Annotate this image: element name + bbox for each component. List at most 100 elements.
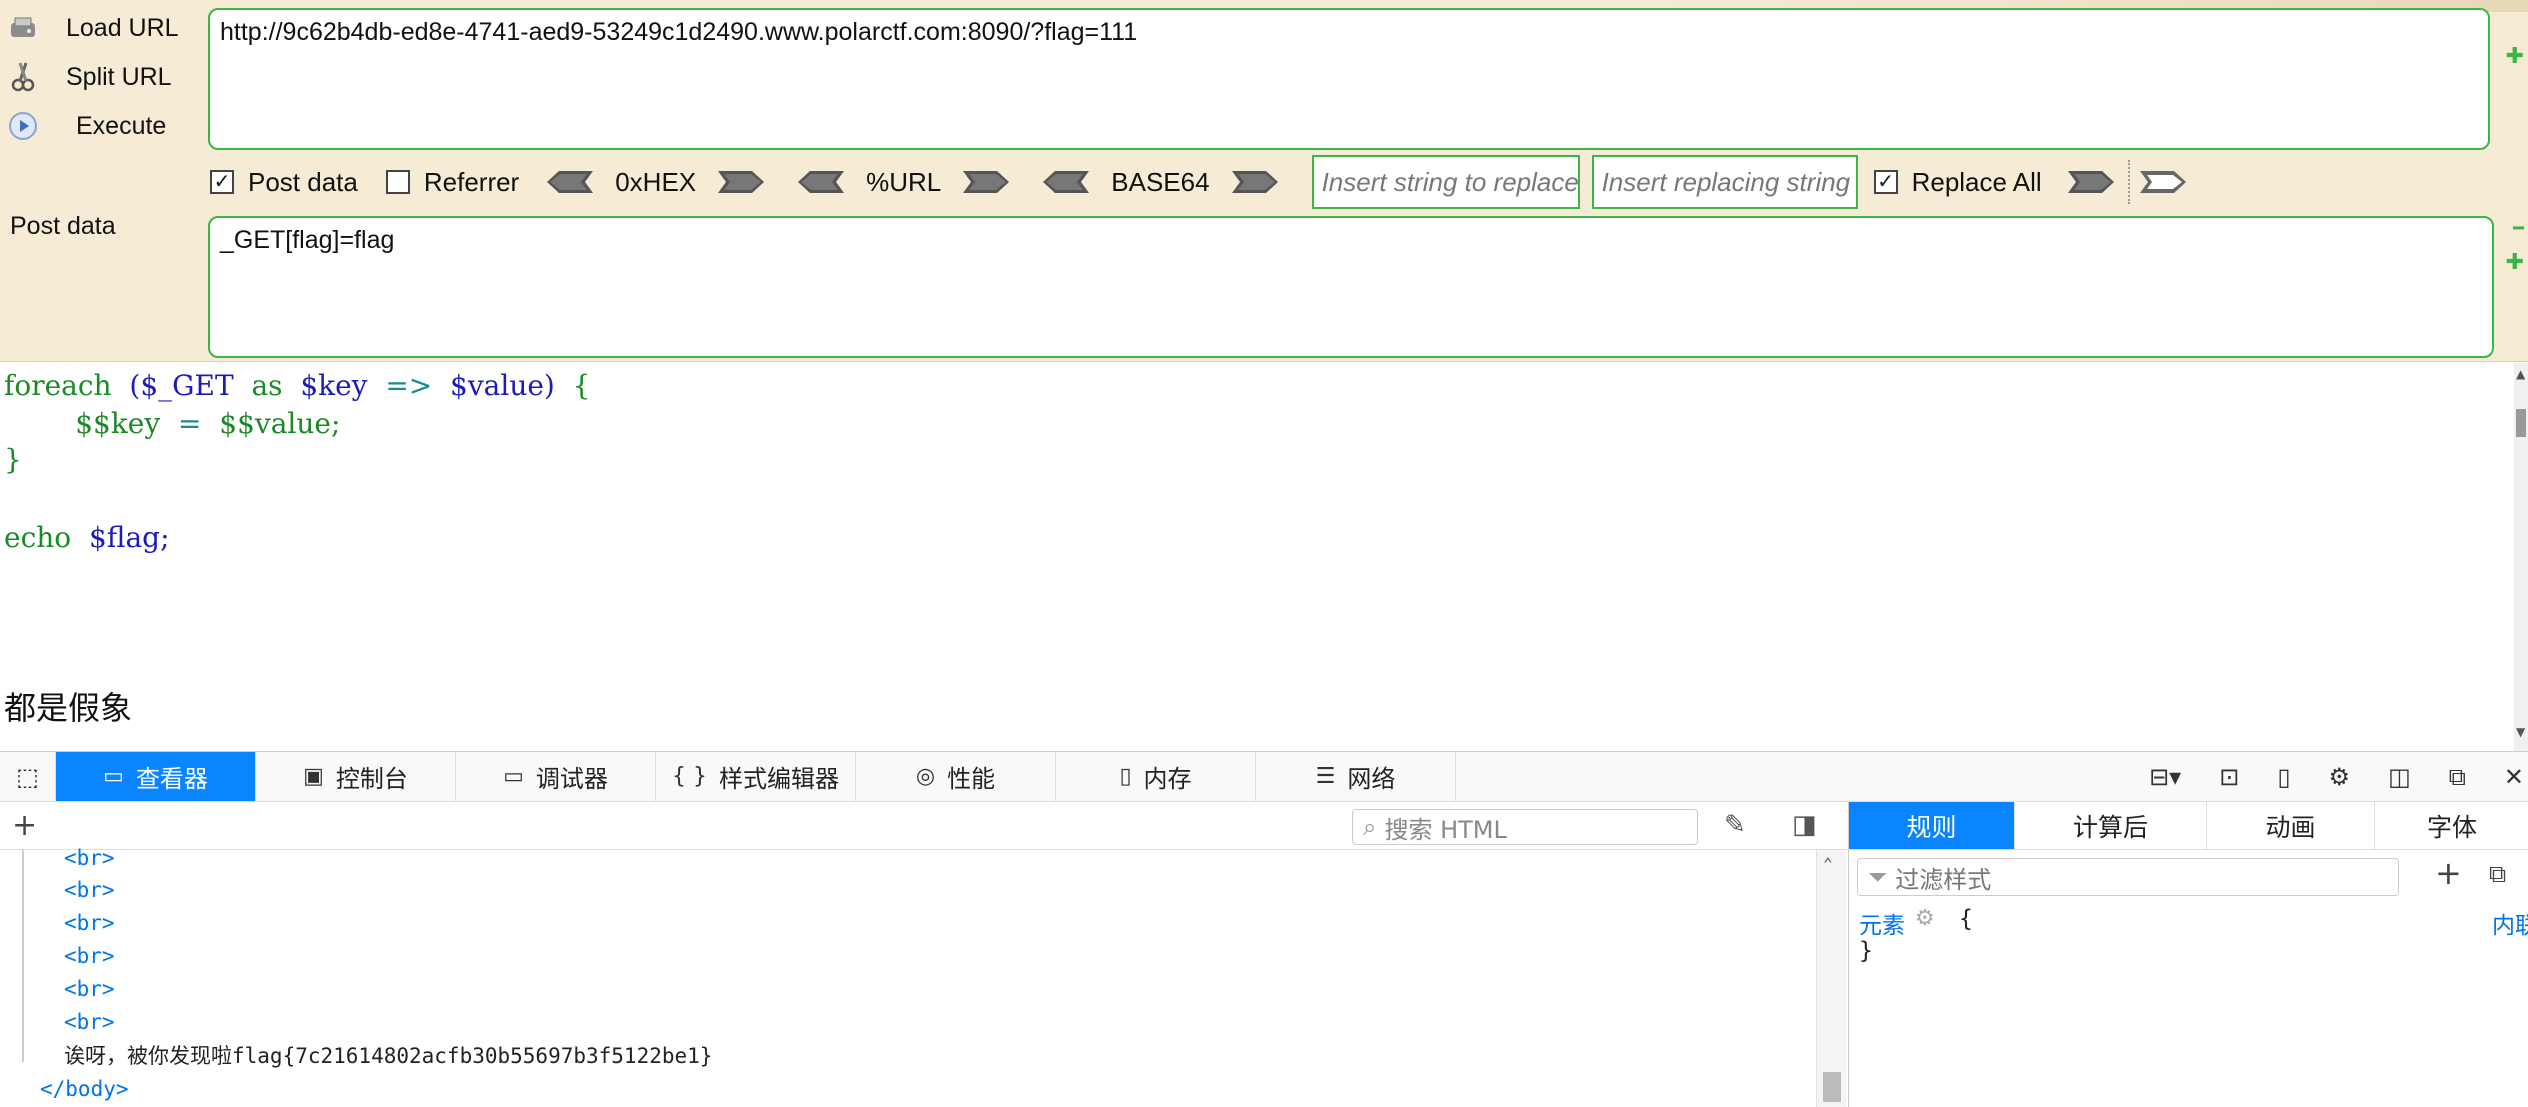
tree-node-body-close[interactable]: </body> xyxy=(40,1073,129,1106)
rules-tabs: 规则 计算后 动画 字体 xyxy=(1849,802,2528,850)
tree-text-flag[interactable]: 诶呀，被你发现啦flag{7c21614802acfb30b55697b3f51… xyxy=(64,1040,712,1073)
tab-style-editor[interactable]: { } 样式编辑器 xyxy=(656,752,856,801)
replace-arrow-icon[interactable] xyxy=(2067,169,2114,195)
hex-encoder: 0xHEX xyxy=(547,167,765,198)
url-decode-arrow-icon[interactable] xyxy=(798,169,845,195)
tree-scroll-thumb[interactable] xyxy=(1823,1072,1841,1102)
tab-rules[interactable]: 规则 xyxy=(1849,802,2015,849)
tab-fonts[interactable]: 字体 xyxy=(2375,802,2528,849)
eyedropper-icon[interactable]: ✎ xyxy=(1724,810,1746,840)
scroll-thumb[interactable] xyxy=(2516,409,2526,437)
page-scrollbar[interactable]: ▲ ▼ xyxy=(2514,363,2528,751)
toggle-sidebar-icon[interactable]: ◨ xyxy=(1792,810,1817,840)
scroll-down-icon[interactable]: ▼ xyxy=(2516,725,2525,739)
post-data-checkbox[interactable]: ✓ Post data xyxy=(210,167,358,198)
post-data-check-icon: ✓ xyxy=(210,170,234,194)
expand-url-icon[interactable]: ✚ xyxy=(2506,44,2524,69)
replace-from-placeholder: Insert string to replace xyxy=(1321,166,1579,197)
load-url-label: Load URL xyxy=(66,13,179,42)
dock-side-icon[interactable]: ◫ xyxy=(2388,763,2411,791)
tree-scrollbar[interactable]: ⌃ xyxy=(1816,850,1846,1107)
execute-button[interactable]: Execute xyxy=(0,104,166,148)
hex-decode-arrow-icon[interactable] xyxy=(547,169,594,195)
url-value: http://9c62b4db-ed8e-4741-aed9-53249c1d2… xyxy=(220,18,1138,46)
tree-guide xyxy=(22,850,24,1062)
play-icon xyxy=(6,109,40,143)
gear-icon[interactable]: ⚙ xyxy=(1915,906,1935,931)
page-heading: 都是假象 xyxy=(4,689,133,727)
collapse-post-icon[interactable]: ━ xyxy=(2513,218,2524,239)
hackbar-panel: Load URL Split URL Execute http://9c62b4… xyxy=(0,0,2528,362)
tree-node-br[interactable]: <br> xyxy=(64,1006,115,1039)
console-icon: ▣ xyxy=(303,764,324,789)
referrer-checkbox[interactable]: Referrer xyxy=(385,166,520,198)
toggle-pseudo-class-icon[interactable]: ⧉ xyxy=(2489,860,2506,888)
element-picker-icon: ⬚ xyxy=(16,762,39,791)
close-icon[interactable]: ✕ xyxy=(2504,763,2524,791)
split-url-label: Split URL xyxy=(66,62,172,91)
brace-close: } xyxy=(1859,938,1873,964)
base64-decode-arrow-icon[interactable] xyxy=(1043,169,1090,195)
url-encode-arrow-icon[interactable] xyxy=(963,169,1010,195)
brace-open: { xyxy=(1959,906,1973,932)
tab-memory[interactable]: ▯ 内存 xyxy=(1056,752,1256,801)
scissors-icon xyxy=(6,60,40,94)
hackbar-options-row: ✓ Post data Referrer 0xHEX %URL BASE64 I… xyxy=(210,150,2186,214)
replace-to-input[interactable]: Insert replacing string xyxy=(1591,155,1858,209)
referrer-label: Referrer xyxy=(423,166,520,197)
tab-performance[interactable]: ◎ 性能 xyxy=(856,752,1056,801)
tree-node-br[interactable]: <br> xyxy=(64,907,115,940)
add-rule-icon[interactable]: + xyxy=(2435,854,2462,892)
page-content: foreach ($_GET as $key => $value) { $$ke… xyxy=(0,363,2528,751)
tab-inspector[interactable]: ▭ 查看器 xyxy=(56,752,256,801)
html-tree: <br> <br> <br> <br> <br> <br> 诶呀，被你发现啦fl… xyxy=(0,846,1846,1107)
tab-debugger[interactable]: ▭ 调试器 xyxy=(456,752,656,801)
replace-from-input[interactable]: Insert string to replace xyxy=(1311,155,1580,209)
url-textarea[interactable]: http://9c62b4db-ed8e-4741-aed9-53249c1d2… xyxy=(208,8,2490,150)
load-url-button[interactable]: Load URL xyxy=(0,6,179,50)
tab-computed[interactable]: 计算后 xyxy=(2015,802,2207,849)
debugger-icon: ▭ xyxy=(503,764,524,789)
expand-post-icon[interactable]: ✚ xyxy=(2506,250,2524,275)
split-console-icon[interactable]: ⊡ xyxy=(2219,763,2239,791)
replace-run-arrow-icon[interactable] xyxy=(2139,169,2186,195)
tab-network[interactable]: ☰ 网络 xyxy=(1256,752,1456,801)
layout-dropdown-icon[interactable]: ⊟▾ xyxy=(2149,763,2181,791)
post-data-value: _GET[flag]=flag xyxy=(220,226,395,254)
chevron-up-icon[interactable]: ⌃ xyxy=(1823,854,1833,873)
element-picker-button[interactable]: ⬚ xyxy=(0,752,56,801)
search-html-input[interactable]: ⌕ 搜索 HTML xyxy=(1352,809,1698,845)
tree-node-br[interactable]: <br> xyxy=(64,842,115,875)
post-data-textarea[interactable]: _GET[flag]=flag xyxy=(208,216,2494,358)
responsive-design-icon[interactable]: ▯ xyxy=(2277,763,2290,791)
performance-icon: ◎ xyxy=(915,764,936,789)
devtools-toolbar-right: ⊟▾ ⊡ ▯ ⚙ ◫ ⧉ ✕ xyxy=(2149,752,2528,802)
replace-all-checkbox[interactable]: ✓ Replace All xyxy=(1873,167,2042,198)
code-line-4: echo $flag; xyxy=(4,521,170,554)
code-line-1: foreach ($_GET as $key => $value) { xyxy=(4,369,591,402)
base64-encode-arrow-icon[interactable] xyxy=(1231,169,1278,195)
tree-node-br[interactable]: <br> xyxy=(64,940,115,973)
filter-styles-input[interactable]: ⏷ 过滤样式 xyxy=(1857,858,2399,896)
url-encode-label: %URL xyxy=(866,166,942,197)
replace-all-check-icon: ✓ xyxy=(1873,170,1898,194)
load-url-icon xyxy=(6,11,40,45)
filter-icon: ⏷ xyxy=(1868,863,1888,891)
split-url-button[interactable]: Split URL xyxy=(0,55,172,99)
base64-encoder: BASE64 xyxy=(1043,167,1278,198)
separate-window-icon[interactable]: ⧉ xyxy=(2449,763,2466,791)
tree-node-br[interactable]: <br> xyxy=(64,973,115,1006)
tab-console[interactable]: ▣ 控制台 xyxy=(256,752,456,801)
referrer-check-box xyxy=(385,170,410,194)
hex-encode-arrow-icon[interactable] xyxy=(718,169,765,195)
search-icon: ⌕ xyxy=(1363,813,1377,841)
inline-label[interactable]: 内联 xyxy=(2492,906,2528,940)
add-node-icon[interactable]: + xyxy=(12,808,37,843)
settings-icon[interactable]: ⚙ xyxy=(2329,763,2351,791)
tree-node-br[interactable]: <br> xyxy=(64,874,115,907)
devtools-tabbar: ⬚ ▭ 查看器 ▣ 控制台 ▭ 调试器 { } 样式编辑器 ◎ 性能 ▯ 内存 ☰ 网络 ⊟▾… xyxy=(0,752,2528,802)
tab-animations[interactable]: 动画 xyxy=(2207,802,2375,849)
scroll-up-icon[interactable]: ▲ xyxy=(2516,367,2525,381)
element-selector[interactable]: 元素 xyxy=(1859,906,1905,940)
style-editor-icon: { } xyxy=(672,764,707,789)
